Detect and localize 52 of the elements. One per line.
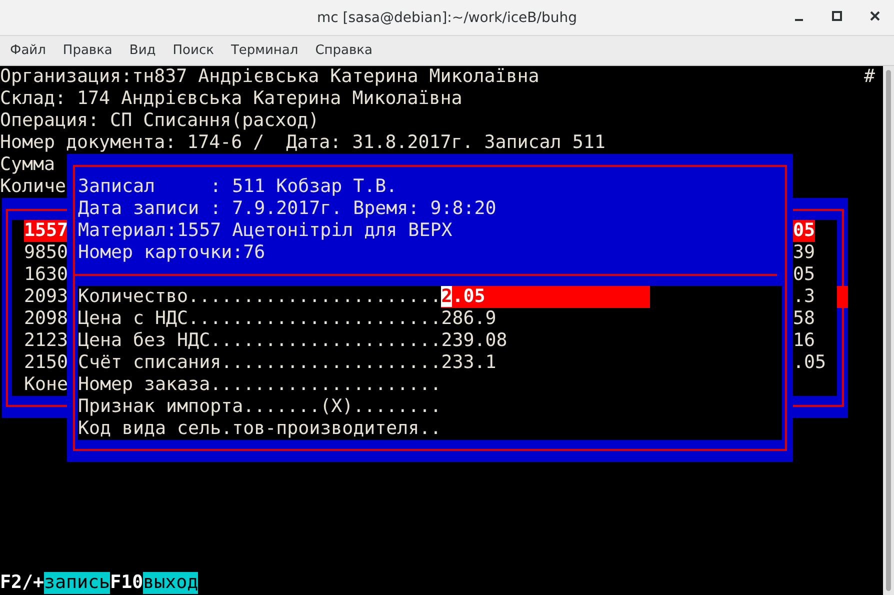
key-action[interactable]: выход: [143, 572, 198, 594]
field-label: Признак импорта.......(X)........: [78, 396, 442, 418]
field-value[interactable]: 286.9: [441, 308, 650, 330]
maximize-icon[interactable]: [832, 11, 842, 21]
list-code[interactable]: 1557: [24, 220, 68, 242]
list-code[interactable]: 2093: [24, 286, 68, 308]
scroll-thumb[interactable]: [837, 286, 848, 308]
info-line: Дата записи : 7.9.2017г. Время: 9:8:20: [78, 198, 496, 219]
list-code[interactable]: Коне: [24, 374, 68, 396]
header-line: Склад: 174 Андрієвська Катерина Миколаївна: [0, 88, 462, 109]
field-label: Количество.......................: [78, 286, 442, 308]
field-label: Код вида сель.тов-производителя..: [78, 418, 442, 440]
list-value: 39: [793, 242, 816, 264]
header-line: Номер документа: 174-6 / Дата: 31.8.2017г. Записал 511: [0, 132, 606, 153]
list-value: 16: [793, 330, 816, 352]
menu-item[interactable]: Справка: [315, 43, 372, 58]
list-code[interactable]: 2150: [24, 352, 68, 374]
list-code[interactable]: 9850: [24, 242, 68, 264]
list-value: .3: [793, 286, 816, 308]
close-icon[interactable]: [870, 11, 880, 21]
menu-item[interactable]: Вид: [129, 43, 156, 58]
list-value: 05: [793, 264, 816, 286]
key-label: F10: [110, 572, 144, 594]
window-title: mc [sasa@debian]:~/work/iceB/buhg: [317, 10, 577, 26]
menu-item[interactable]: Поиск: [172, 43, 214, 58]
menu-item[interactable]: Файл: [10, 43, 46, 58]
corner-mark: #: [864, 66, 875, 88]
info-line: Материал:1557 Ацетонітріл для ВЕРХ: [78, 220, 452, 241]
menu-item[interactable]: Терминал: [230, 43, 298, 58]
field-label: Цена с НДС.......................: [78, 308, 442, 330]
header-line: Сумма: [0, 154, 56, 175]
field-label: Счёт списания....................: [78, 352, 442, 374]
header-line: Количе: [0, 176, 66, 197]
input-field[interactable]: 2.05: [441, 286, 650, 308]
list-code[interactable]: 2098: [24, 308, 68, 330]
key-action[interactable]: запись: [44, 572, 110, 594]
list-value: 05: [793, 220, 816, 242]
key-label: F2/+: [0, 572, 44, 594]
header-line: Операция: СП Списання(расход): [0, 110, 320, 131]
field-label: Цена без НДС.....................: [78, 330, 442, 352]
info-line: Номер карточки:76: [78, 242, 266, 263]
menu-item[interactable]: Правка: [62, 43, 112, 58]
field-value[interactable]: 233.1: [441, 352, 650, 374]
header-line: Организация:тн837 Андрієвська Катерина Миколаївна: [0, 66, 540, 88]
field-label: Номер заказа.....................: [78, 374, 442, 396]
info-line: Записал : 511 Кобзар Т.В.: [78, 176, 398, 197]
field-value[interactable]: 239.08: [441, 330, 650, 352]
list-value: .05: [793, 352, 826, 374]
scrollbar[interactable]: [883, 66, 894, 595]
list-code[interactable]: 1630: [24, 264, 68, 286]
list-code[interactable]: 2123: [24, 330, 68, 352]
list-value: 58: [793, 308, 816, 330]
